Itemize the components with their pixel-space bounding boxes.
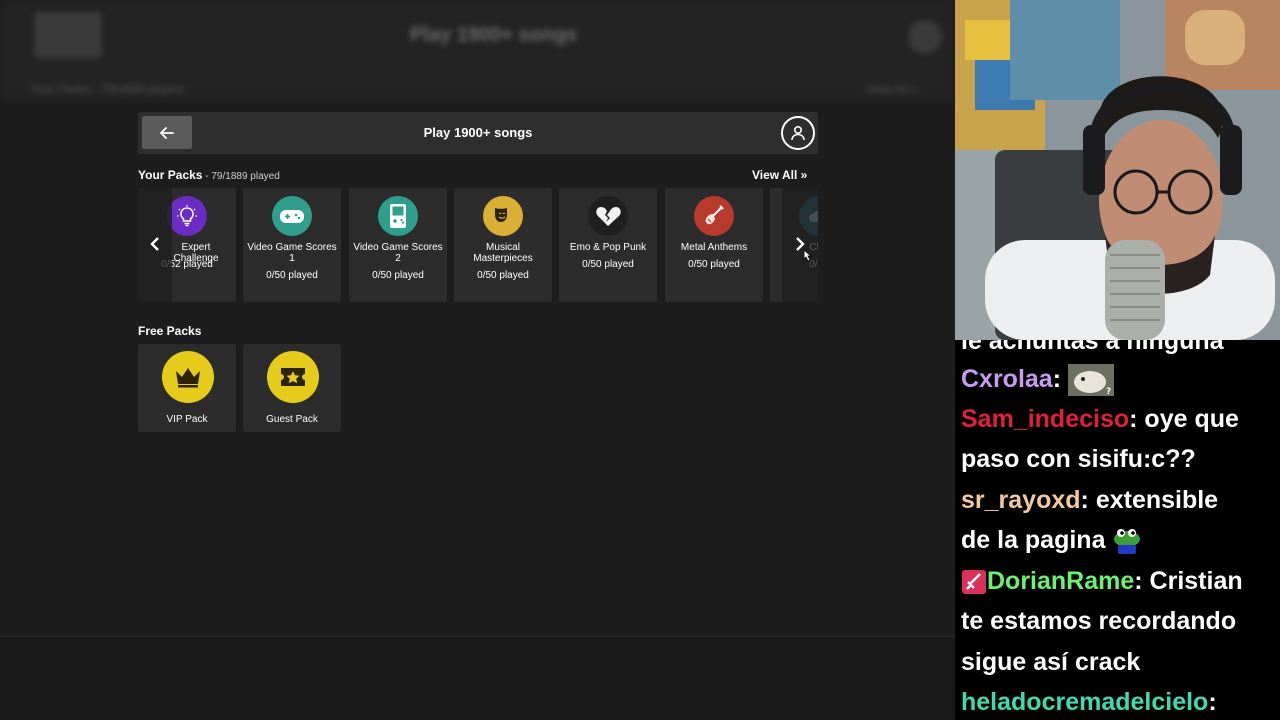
- user-icon: [791, 125, 805, 141]
- pack-played: 0/50 played: [477, 270, 529, 281]
- pack-card-video-game-scores-2[interactable]: Video Game Scores 2 0/50 played: [349, 188, 447, 302]
- chat-message: DorianRame: Cristian: [961, 566, 1243, 596]
- top-bar: Play 1900+ songs: [138, 112, 818, 154]
- pack-icon-circle: [162, 351, 214, 403]
- dog-photo-emote: ?: [1068, 364, 1114, 397]
- chat-colon: :: [1208, 688, 1217, 716]
- stream-frame: Play 1900+ songs Your Packs - 79/1889 pl…: [0, 0, 1280, 720]
- crown-icon: [176, 368, 200, 388]
- webcam-overlay: [955, 0, 1280, 340]
- blurred-avatar: [908, 20, 942, 54]
- chat-username[interactable]: heladocremadelcielo: [961, 688, 1208, 716]
- pack-name: Emo & Pop Punk: [569, 242, 647, 253]
- blurred-title: Play 1900+ songs: [410, 24, 578, 46]
- free-packs-heading: Free Packs: [138, 324, 202, 338]
- pack-card-video-game-scores-1[interactable]: Video Game Scores 1 0/50 played: [243, 188, 341, 302]
- chat-text: oye que: [1144, 405, 1239, 433]
- chat-colon: :: [1134, 567, 1150, 595]
- profile-button[interactable]: [781, 116, 815, 150]
- your-packs-heading: Your Packs - 79/1889 played: [138, 168, 280, 182]
- pack-name: Musical Masterpieces: [473, 242, 533, 264]
- lightbulb-icon: [177, 205, 197, 227]
- pack-name: VIP Pack: [166, 414, 208, 425]
- chat-text-continued: sigue así crack: [961, 648, 1141, 676]
- chat-message-continued: de la pagina: [961, 525, 1142, 556]
- blurred-subtitle: Your Packs - 79/1889 played: [30, 82, 183, 96]
- broken-heart-icon: [596, 207, 621, 226]
- pack-icon-circle: [694, 196, 734, 236]
- free-pack-guest[interactable]: Guest Pack: [243, 344, 341, 432]
- chat-colon: :: [1129, 405, 1145, 433]
- sword-badge-icon: [962, 570, 986, 595]
- carousel-prev-button[interactable]: [144, 233, 166, 255]
- svg-text:?: ?: [1106, 387, 1111, 396]
- chat-username[interactable]: DorianRame: [987, 567, 1134, 595]
- ticket-star-icon: [281, 368, 305, 386]
- pack-icon-circle: [378, 196, 418, 236]
- pack-played: 0/50 played: [372, 270, 424, 281]
- streamer-webcam-image: [955, 0, 1280, 340]
- pack-icon-circle: [267, 351, 319, 403]
- gamepad-icon: [280, 210, 304, 223]
- pack-icon-circle: [588, 196, 628, 236]
- your-packs-label: Your Packs: [138, 168, 203, 182]
- your-packs-progress: - 79/1889 played: [202, 171, 280, 182]
- chat-partial-line: le achuntas a ninguna: [961, 340, 1224, 355]
- view-all-link[interactable]: View All »: [752, 168, 807, 182]
- pack-played: 0/50 played: [582, 259, 634, 270]
- pack-name: Video Game Scores 1: [247, 242, 337, 264]
- chat-message: Sam_indeciso: oye que: [961, 404, 1239, 434]
- pack-card-musical-masterpieces[interactable]: Musical Masterpieces 0/50 played: [454, 188, 552, 302]
- page-title: Play 1900+ songs: [423, 125, 533, 140]
- blurred-back-button: [34, 12, 102, 58]
- chat-message: heladocremadelcielo:: [961, 687, 1217, 717]
- chat-username[interactable]: Cxrolaa: [961, 365, 1053, 393]
- blurred-site-header: Play 1900+ songs Your Packs - 79/1889 pl…: [0, 0, 955, 100]
- mouse-cursor-icon: [803, 249, 813, 262]
- chat-message: sr_rayoxd: extensible: [961, 485, 1218, 515]
- bottom-band: [0, 636, 955, 720]
- pack-played: 0/50 played: [688, 259, 740, 270]
- chat-text: extensible: [1095, 486, 1219, 514]
- pack-card-metal-anthems[interactable]: Metal Anthems 0/50 played: [665, 188, 763, 302]
- pack-name: Metal Anthems: [680, 242, 748, 253]
- frog-emote: [1114, 529, 1141, 555]
- blurred-view-all: View All »: [866, 82, 918, 96]
- chat-username[interactable]: sr_rayoxd: [961, 486, 1081, 514]
- game-area: Play 1900+ songs Your Packs - 79/1889 pl…: [0, 0, 955, 720]
- chat-colon: :: [1052, 365, 1068, 393]
- pack-icon-circle: [483, 196, 523, 236]
- pack-icon-circle: [167, 196, 207, 236]
- chat-text: Cristian: [1149, 567, 1243, 595]
- guitar-icon: [705, 205, 724, 225]
- chat-text-continued: te estamos recordando: [961, 607, 1237, 635]
- packs-carousel: Expert Challenge 0/52 played Video Game …: [138, 188, 818, 310]
- pack-name: Video Game Scores 2: [353, 242, 443, 264]
- pack-played: 0/50 played: [266, 270, 318, 281]
- pack-icon-circle: [272, 196, 312, 236]
- free-pack-vip[interactable]: VIP Pack: [138, 344, 236, 432]
- chat-colon: :: [1080, 486, 1096, 514]
- chat-message: Cxrolaa: ?: [961, 364, 1114, 397]
- theater-masks-icon: [495, 208, 507, 222]
- gameboy-icon: [390, 204, 406, 228]
- chevron-left-icon: [150, 237, 159, 251]
- pack-name: Guest Pack: [266, 414, 318, 425]
- chat-text-continued: paso con sisifu:c??: [961, 445, 1196, 473]
- pack-card-emo-pop-punk[interactable]: Emo & Pop Punk 0/50 played: [559, 188, 657, 302]
- chat-text-continued: de la pagina: [961, 526, 1106, 554]
- chat-username[interactable]: Sam_indeciso: [961, 405, 1129, 433]
- stream-chat: le achuntas a ninguna Cxrolaa: ? Sam_ind…: [955, 340, 1280, 720]
